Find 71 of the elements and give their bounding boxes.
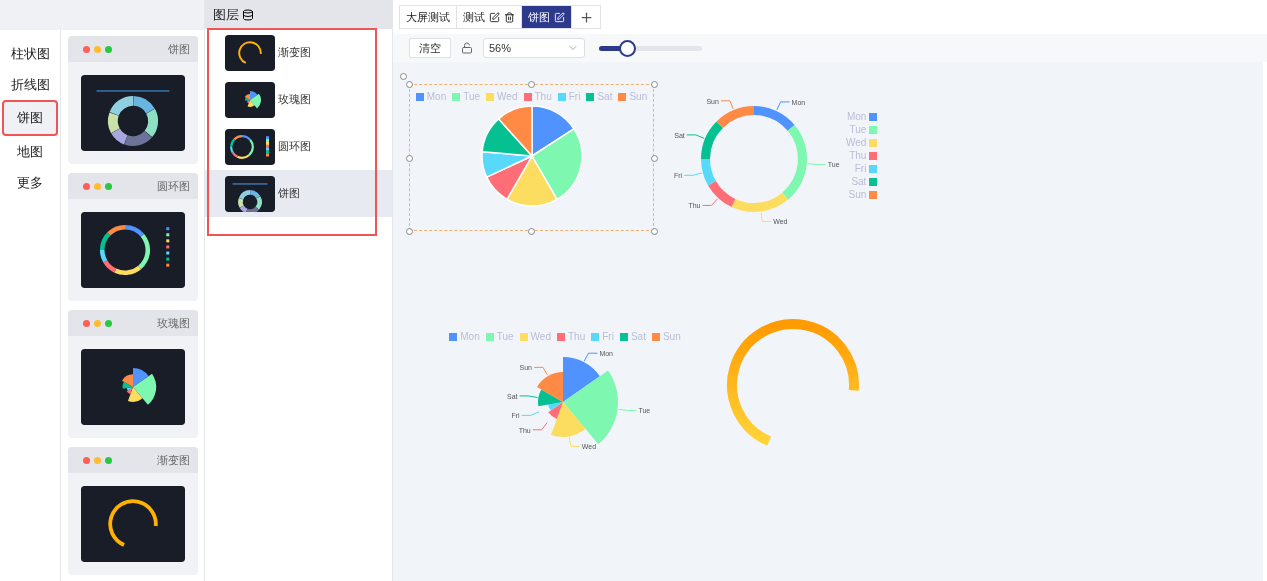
window-dot-icon [105,45,112,53]
window-dot-icon [105,456,112,464]
window-dot-icon [105,319,112,327]
resize-handle[interactable] [651,155,658,162]
plus-icon [578,9,594,25]
chart-thumbnail [225,128,275,165]
category-item[interactable]: 地图 [6,136,54,167]
resize-handle[interactable] [406,155,413,162]
page-tab[interactable]: 饼图 [522,6,572,28]
window-dot-icon [94,319,101,327]
leader-line [776,101,791,111]
window-dot-icon [83,45,90,53]
edit-icon[interactable] [489,11,500,23]
window-dot-icon [94,45,101,53]
template-card[interactable]: 玫瑰图 [68,310,198,438]
window-dot-icon [105,182,112,190]
window-dot-icon [83,182,90,190]
slider-thumb[interactable] [618,39,636,57]
legend-label: Wed [846,137,867,148]
resize-handle[interactable] [528,81,535,88]
leader-line [683,172,703,176]
category-item[interactable]: 柱状图 [6,38,54,69]
layer-item[interactable]: 玫瑰图 [205,76,392,123]
leader-line [760,212,772,222]
template-title: 玫瑰图 [157,315,190,331]
template-title: 渐变图 [157,452,190,468]
resize-handle[interactable] [651,81,658,88]
legend-label: Fri [854,163,867,174]
chart-thumbnail [225,34,275,71]
chart-thumbnail [225,81,275,118]
leader-line [701,198,718,206]
template-title: 饼图 [168,41,190,57]
database-icon [242,8,254,21]
window-dot-icon [83,456,90,464]
delete-icon[interactable] [504,11,515,23]
template-card[interactable]: 圆环图 [68,173,198,301]
unlock-icon[interactable] [461,42,473,54]
leader-line [720,100,734,110]
leader-line [533,366,548,376]
template-title: 圆环图 [157,178,190,194]
category-item[interactable]: 更多 [6,167,54,198]
legend-label: Wed [497,91,518,102]
leader-line [519,395,538,398]
window-dot-icon [94,456,101,464]
leader-line [686,134,705,139]
chart-thumbnail [225,175,275,212]
legend-label: Fri [602,331,614,342]
clear-button[interactable]: 清空 [409,38,451,58]
legend-label: Mon [846,111,867,122]
leader-line [583,352,598,362]
window-dot-icon [94,182,101,190]
zoom-select[interactable]: 56% [483,38,585,58]
resize-handle[interactable] [528,228,535,235]
leader-line [568,436,581,447]
layer-item[interactable]: 饼图 [205,170,392,217]
template-card[interactable]: 渐变图 [68,447,198,575]
legend-label: Mon [426,91,447,102]
resize-handle[interactable] [406,228,413,235]
leader-line [532,422,548,431]
panel-title: 图层 [213,5,239,24]
window-dot-icon [83,319,90,327]
layer-item[interactable]: 圆环图 [205,123,392,170]
leader-line [618,408,637,411]
resize-handle[interactable] [651,228,658,235]
template-card[interactable]: 饼图 [68,36,198,164]
leader-line [521,411,540,416]
category-item[interactable]: 折线图 [6,69,54,100]
category-item[interactable]: 饼图 [2,100,58,136]
leader-line [807,163,827,165]
layer-item[interactable]: 渐变图 [205,29,392,76]
legend-label: Fri [568,91,581,102]
